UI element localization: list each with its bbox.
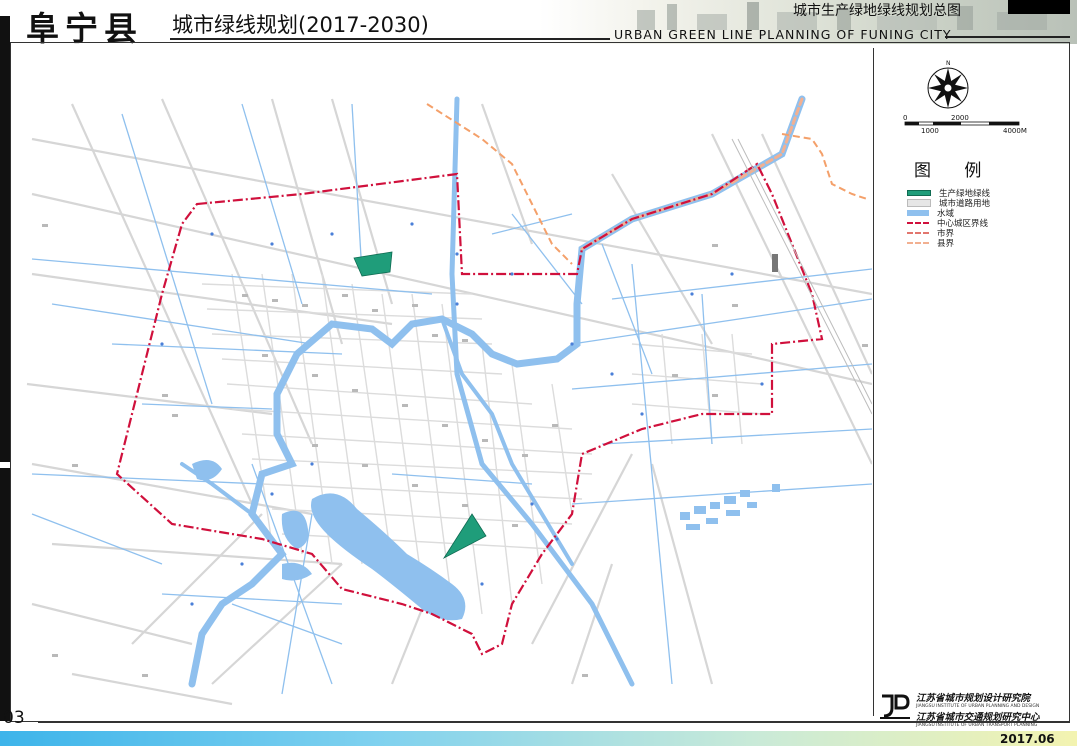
plan-title: 城市绿线规划(2017-2030)	[172, 13, 429, 37]
scale-bar: 0 2000 1000 4000M	[903, 114, 1027, 135]
page-number: 03	[3, 708, 25, 728]
svg-text:N: N	[946, 60, 951, 67]
svg-text:2000: 2000	[951, 114, 969, 122]
institute-line-2-en: JIANGSU INSTITUTE OF URBAN TRANSPORT PLA…	[916, 723, 1038, 728]
institute-line-2: 江苏省城市交通规划研究中心	[916, 712, 1040, 723]
corner-block	[1008, 0, 1070, 14]
svg-text:4000M: 4000M	[1003, 127, 1027, 135]
sheet-title: 城市生产绿地绿线规划总图	[793, 3, 961, 19]
city-map[interactable]	[12, 44, 872, 720]
railway-station	[772, 254, 778, 272]
legend-swatch	[907, 210, 929, 216]
north-arrow-icon: N	[927, 60, 969, 109]
legend-swatch	[907, 222, 929, 224]
institute-logo-icon	[880, 694, 910, 719]
institute-line-1: 江苏省城市规划设计研究院	[916, 693, 1031, 704]
green-land-south[interactable]	[442, 513, 487, 560]
legend-swatch	[907, 199, 931, 207]
legend-swatch	[907, 232, 929, 234]
svg-text:0: 0	[903, 114, 907, 122]
legend-title: 图 例	[914, 161, 996, 181]
english-title-rule	[945, 36, 1070, 38]
frame-left-bar	[0, 16, 10, 721]
legend-item-county-boundary: 县界	[907, 238, 955, 249]
legend-label: 县界	[937, 239, 955, 249]
legend-panel	[873, 48, 1069, 716]
railway	[731, 138, 872, 415]
frame-left-gap	[0, 462, 10, 468]
date: 2017.06	[1000, 732, 1055, 746]
english-title: URBAN GREEN LINE PLANNING OF FUNING CITY	[614, 27, 952, 42]
legend-swatch	[907, 242, 929, 244]
svg-text:1000: 1000	[921, 127, 939, 135]
bottom-rule	[38, 722, 1070, 723]
county-border	[426, 103, 868, 265]
legend-swatch	[907, 190, 931, 196]
title-rule	[170, 38, 610, 40]
footer-bar	[0, 731, 1077, 746]
green-land-north[interactable]	[353, 251, 393, 277]
